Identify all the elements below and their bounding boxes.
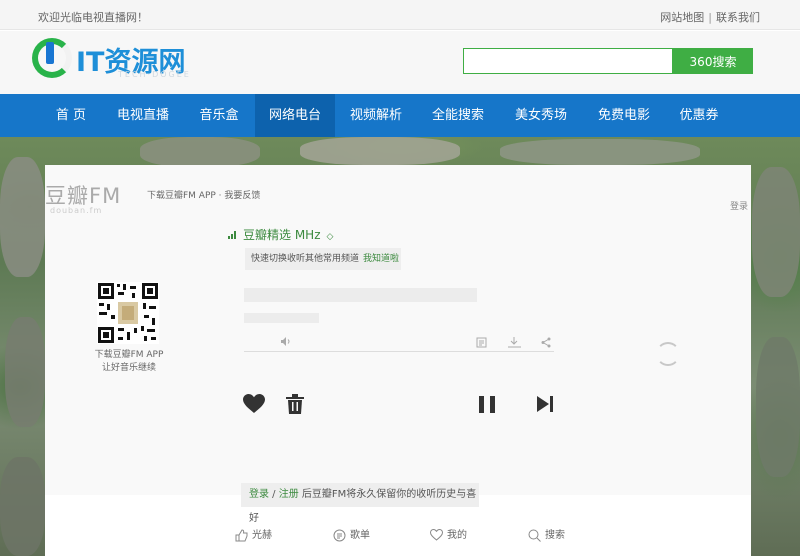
- rock-shape: [752, 167, 800, 297]
- qr-caption-line1: 下载豆瓣FM APP: [94, 350, 164, 360]
- channel-tip-text: 快速切换收听其他常用频道: [251, 254, 360, 264]
- heart-icon[interactable]: [243, 394, 265, 414]
- nav-item-home[interactable]: 首 页: [40, 94, 102, 137]
- tab-search-label: 搜索: [545, 530, 565, 541]
- channel-name: 豆瓣精选 MHz: [243, 228, 321, 242]
- login-hint-login-link[interactable]: 登录: [249, 489, 269, 500]
- player-controls-row: [244, 336, 554, 352]
- nav-item-all-search[interactable]: 全能搜索: [425, 94, 491, 137]
- qr-caption: 下载豆瓣FM APP 让好音乐继续: [82, 349, 176, 375]
- app-qr-code: [97, 282, 159, 344]
- tab-mine[interactable]: 我的: [429, 526, 467, 541]
- rock-shape: [0, 457, 45, 556]
- top-bar: 欢迎光临电视直播网！ 网站地图 | 联系我们: [0, 0, 800, 30]
- top-links: 网站地图 | 联系我们: [660, 9, 760, 25]
- douban-login-link[interactable]: 登录: [730, 199, 748, 212]
- share-icon[interactable]: [541, 337, 551, 351]
- nav-item-beauty-show[interactable]: 美女秀场: [508, 94, 574, 137]
- chevron-updown-icon: ◇: [326, 232, 334, 242]
- tab-playlist[interactable]: 歌单: [333, 526, 370, 542]
- signal-bars-icon: [228, 231, 238, 239]
- main-nav: 首 页 电视直播 音乐盒 网络电台 视频解析 全能搜索 美女秀场 免费电影 优惠…: [0, 94, 800, 137]
- volume-icon[interactable]: [281, 337, 292, 349]
- nav-item-free-movie[interactable]: 免费电影: [591, 94, 657, 137]
- rock-shape: [300, 137, 460, 165]
- channel-selector[interactable]: 豆瓣精选 MHz ◇: [228, 226, 333, 243]
- logo-mark: [46, 42, 54, 64]
- nav-item-video-parse[interactable]: 视频解析: [343, 94, 409, 137]
- welcome-text: 欢迎光临电视直播网！: [38, 11, 148, 24]
- tab-playlist-label: 歌单: [350, 530, 370, 541]
- douban-fm-logo-sub: douban.fm: [50, 206, 103, 215]
- lyrics-icon[interactable]: [476, 337, 487, 351]
- search-input[interactable]: [463, 48, 673, 74]
- sitemap-link[interactable]: 网站地图: [660, 11, 704, 24]
- pause-icon[interactable]: [478, 396, 496, 413]
- search-button[interactable]: 360搜索: [673, 48, 753, 74]
- douban-top-links[interactable]: 下载豆瓣FM APP · 我要反馈: [147, 188, 260, 201]
- login-hint: 登录 / 注册 后豆瓣FM将永久保留你的收听历史与喜好: [241, 483, 479, 524]
- tab-search[interactable]: 搜索: [528, 526, 565, 542]
- qr-caption-line2: 让好音乐继续: [101, 363, 156, 373]
- rock-shape: [5, 317, 45, 427]
- next-track-icon[interactable]: [537, 396, 554, 412]
- channel-tip: 快速切换收听其他常用频道 我知道啦: [245, 248, 401, 270]
- logo-subtext: TECH·DOGEE: [118, 70, 191, 79]
- artist-placeholder: [244, 313, 319, 323]
- nav-item-tv-live[interactable]: 电视直播: [110, 94, 176, 137]
- song-title-placeholder: [244, 288, 477, 302]
- trash-icon[interactable]: [286, 394, 304, 414]
- download-icon[interactable]: [508, 337, 521, 351]
- rock-shape: [756, 337, 800, 477]
- loading-spinner-icon: [656, 342, 680, 366]
- site-logo[interactable]: IT资源网 TECH·DOGEE: [32, 36, 202, 80]
- nav-item-coupon[interactable]: 优惠券: [666, 94, 732, 137]
- rock-shape: [0, 157, 45, 277]
- tab-mine-label: 我的: [447, 530, 467, 541]
- rock-shape: [500, 139, 700, 165]
- tab-guanghe[interactable]: 光赫: [235, 526, 272, 542]
- nav-item-online-radio[interactable]: 网络电台: [255, 94, 335, 137]
- rock-shape: [140, 137, 260, 167]
- nav-item-music-box[interactable]: 音乐盒: [186, 94, 252, 137]
- tab-guanghe-label: 光赫: [252, 530, 272, 541]
- link-separator: |: [708, 11, 712, 24]
- login-hint-register-link[interactable]: 注册: [279, 489, 299, 500]
- search-box: 360搜索: [463, 48, 753, 74]
- contact-link[interactable]: 联系我们: [716, 11, 760, 24]
- login-hint-sep: /: [269, 489, 279, 500]
- tip-dismiss-link[interactable]: 我知道啦: [363, 254, 399, 264]
